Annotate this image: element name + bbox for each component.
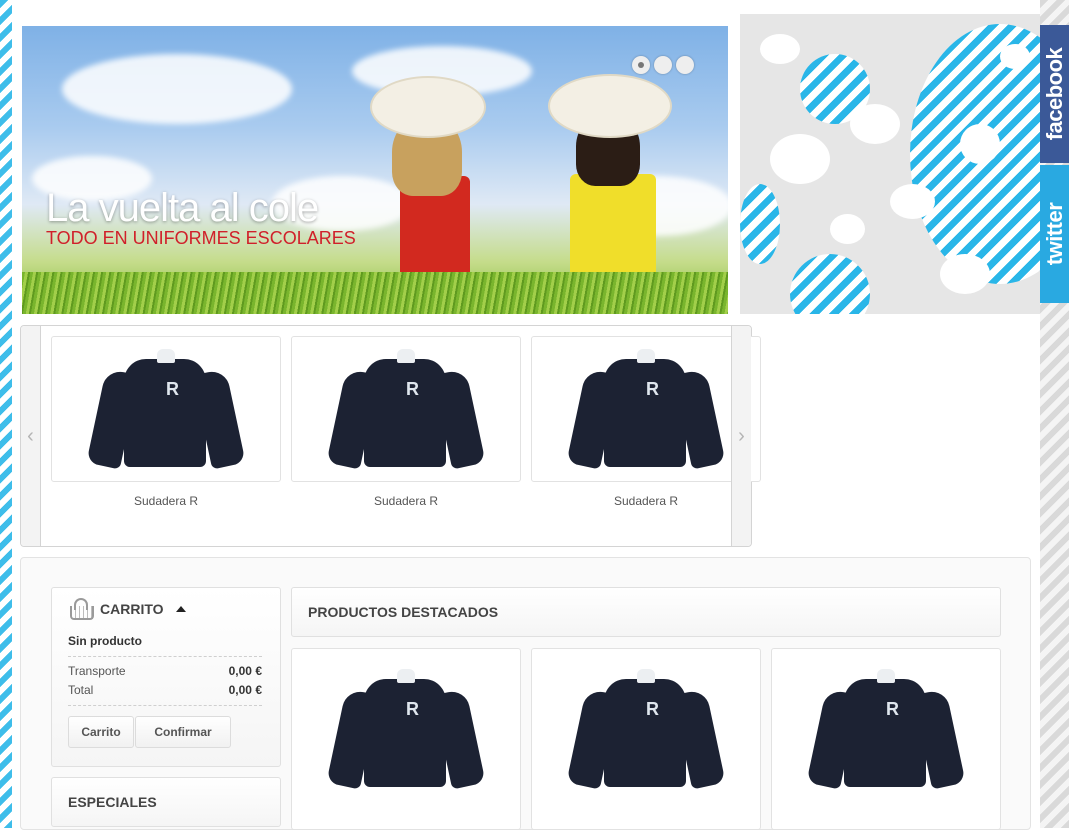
content-area: CARRITO Sin producto Transporte 0,00 € T…	[20, 557, 1031, 830]
slider-dots	[632, 56, 694, 74]
basket-icon	[68, 598, 94, 620]
product-name[interactable]: Sudadera R	[291, 494, 521, 508]
total-label: Total	[68, 683, 94, 697]
decorative-banner	[740, 14, 1040, 314]
sweater-image[interactable]: R	[806, 669, 966, 793]
sweater-image: R	[326, 349, 486, 473]
product-image[interactable]: R	[531, 336, 761, 482]
featured-product-card[interactable]: R	[291, 648, 521, 830]
sweater-image[interactable]: R	[566, 669, 726, 793]
carousel-item[interactable]: R Sudadera R	[51, 336, 281, 508]
carousel-item[interactable]: R Sudadera R	[531, 336, 761, 508]
specials-title[interactable]: ESPECIALES	[68, 794, 157, 810]
sweater-image: R	[566, 349, 726, 473]
product-name[interactable]: Sudadera R	[531, 494, 761, 508]
divider	[68, 705, 262, 706]
sweater-image[interactable]: R	[326, 669, 486, 793]
checkout-button[interactable]: Confirmar	[135, 716, 231, 748]
product-image[interactable]: R	[291, 336, 521, 482]
facebook-label: facebook	[1041, 47, 1067, 141]
slider-dot-1[interactable]	[632, 56, 650, 74]
product-name[interactable]: Sudadera R	[51, 494, 281, 508]
featured-title: PRODUCTOS DESTACADOS	[308, 604, 499, 620]
shipping-row: Transporte 0,00 €	[68, 664, 262, 678]
carousel-next-button[interactable]: ›	[731, 326, 751, 546]
product-carousel: ‹ R Sudadera R R Sudadera R R Sudadera R…	[20, 325, 761, 547]
cart-block: CARRITO Sin producto Transporte 0,00 € T…	[51, 587, 281, 767]
carousel-prev-button[interactable]: ‹	[21, 326, 41, 546]
slider-dot-3[interactable]	[676, 56, 694, 74]
chevron-right-icon: ›	[738, 424, 745, 447]
sweater-image: R	[86, 349, 246, 473]
shipping-label: Transporte	[68, 664, 126, 678]
cloud	[62, 54, 292, 124]
twitter-tab[interactable]: twitter	[1040, 165, 1069, 303]
grass	[22, 272, 728, 314]
cart-empty-text: Sin producto	[68, 634, 142, 648]
page-container: La vuelta al cole TODO EN UNIFORMES ESCO…	[12, 0, 1040, 830]
total-value: 0,00 €	[228, 683, 262, 697]
background-stripes-left	[0, 0, 12, 828]
featured-product-card[interactable]: R	[771, 648, 1001, 830]
total-row: Total 0,00 €	[68, 683, 262, 697]
chevron-left-icon: ‹	[27, 424, 34, 447]
twitter-label: twitter	[1041, 202, 1067, 266]
product-image[interactable]: R	[51, 336, 281, 482]
cart-header[interactable]: CARRITO	[68, 598, 186, 620]
hero-slider[interactable]: La vuelta al cole TODO EN UNIFORMES ESCO…	[22, 26, 728, 314]
cart-title: CARRITO	[100, 601, 164, 617]
featured-product-card[interactable]: R	[531, 648, 761, 830]
caret-up-icon[interactable]	[175, 606, 186, 612]
facebook-tab[interactable]: facebook	[1040, 25, 1069, 163]
carousel-item[interactable]: R Sudadera R	[291, 336, 521, 508]
specials-block: ESPECIALES	[51, 777, 281, 827]
slider-dot-2[interactable]	[654, 56, 672, 74]
hero-subtitle: TODO EN UNIFORMES ESCOLARES	[46, 228, 356, 248]
featured-header: PRODUCTOS DESTACADOS	[291, 587, 1001, 637]
hero-title: La vuelta al cole	[46, 186, 319, 230]
cart-button[interactable]: Carrito	[68, 716, 134, 748]
divider	[68, 656, 262, 657]
shipping-value: 0,00 €	[228, 664, 262, 678]
